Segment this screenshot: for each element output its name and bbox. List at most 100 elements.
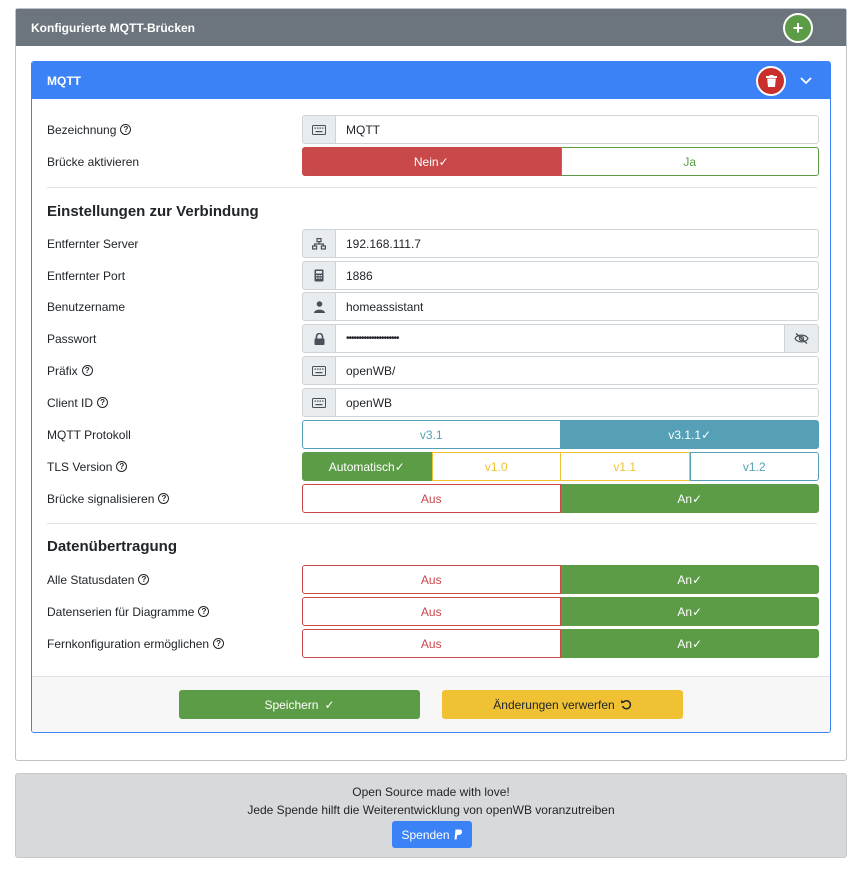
check-icon: ✓ bbox=[692, 636, 703, 651]
lock-icon bbox=[302, 324, 336, 353]
aktivieren-label: Brücke aktivieren bbox=[47, 154, 140, 169]
transfer-heading: Datenübertragung bbox=[47, 538, 178, 555]
help-icon[interactable]: ? bbox=[138, 574, 150, 585]
check-icon: ✓ bbox=[394, 459, 405, 474]
delete-bridge-button[interactable] bbox=[756, 65, 786, 96]
client-id-input[interactable]: openWB bbox=[336, 388, 819, 417]
bridges-card: Konfigurierte MQTT-Brücken + MQTT Bezeic… bbox=[15, 8, 847, 761]
option-an[interactable]: An ✓ bbox=[560, 597, 819, 626]
toggle-password-visibility-button[interactable] bbox=[785, 324, 819, 353]
help-icon[interactable]: ? bbox=[120, 124, 132, 135]
option-aus[interactable]: Aus bbox=[302, 597, 561, 626]
row-status: Alle Statusdaten ? Aus An ✓ bbox=[47, 565, 819, 594]
check-icon: ✓ bbox=[692, 604, 703, 619]
protocol-label: MQTT Protokoll bbox=[47, 427, 131, 442]
bridges-card-title: Konfigurierte MQTT-Brücken bbox=[31, 20, 196, 35]
option-aus[interactable]: Aus bbox=[302, 565, 561, 594]
row-remote: Fernkonfiguration ermöglichen ? Aus An ✓ bbox=[47, 629, 819, 658]
bridges-card-header: Konfigurierte MQTT-Brücken + bbox=[16, 9, 846, 46]
divider bbox=[47, 187, 817, 188]
check-icon: ✓ bbox=[701, 427, 712, 442]
password-label: Passwort bbox=[47, 331, 97, 346]
user-input[interactable]: homeassistant bbox=[336, 292, 819, 321]
user-label: Benutzername bbox=[47, 299, 126, 314]
help-icon[interactable]: ? bbox=[158, 493, 170, 504]
eye-slash-icon bbox=[794, 333, 809, 344]
row-password: Passwort ••••••••••••••••••••• bbox=[47, 324, 819, 353]
row-bezeichnung: Bezeichnung ? MQTT bbox=[47, 115, 819, 144]
tls-toggle: Automatisch ✓ v1.0 v1.1 v1.2 bbox=[302, 452, 819, 481]
card-footer: Speichern ✓ Änderungen verwerfen bbox=[32, 676, 830, 732]
option-ja[interactable]: Ja bbox=[560, 147, 819, 176]
collapse-button[interactable] bbox=[796, 71, 816, 91]
add-bridge-button[interactable]: + bbox=[783, 12, 813, 43]
series-label: Datenserien für Diagramme bbox=[47, 604, 195, 619]
keyboard-icon bbox=[302, 388, 336, 417]
option-v1-1[interactable]: v1.1 bbox=[561, 452, 690, 481]
remote-toggle: Aus An ✓ bbox=[302, 629, 819, 658]
protocol-toggle: v3.1 v3.1.1 ✓ bbox=[302, 420, 819, 449]
help-icon[interactable]: ? bbox=[116, 461, 128, 472]
help-icon[interactable]: ? bbox=[213, 638, 225, 649]
keyboard-icon bbox=[302, 356, 336, 385]
option-nein[interactable]: Nein ✓ bbox=[302, 147, 561, 176]
bezeichnung-label: Bezeichnung bbox=[47, 122, 117, 137]
option-aus[interactable]: Aus bbox=[302, 484, 561, 513]
option-an[interactable]: An ✓ bbox=[560, 484, 819, 513]
option-an[interactable]: An ✓ bbox=[560, 629, 819, 658]
status-toggle: Aus An ✓ bbox=[302, 565, 819, 594]
password-input[interactable]: ••••••••••••••••••••• bbox=[336, 324, 785, 353]
option-aus[interactable]: Aus bbox=[302, 629, 561, 658]
option-v3-1-1[interactable]: v3.1.1 ✓ bbox=[560, 420, 819, 449]
bridge-card-mqtt: MQTT Bezeichnung ? MQTT Brücke aktiviere… bbox=[31, 61, 831, 733]
divider bbox=[47, 523, 817, 524]
save-button[interactable]: Speichern ✓ bbox=[179, 690, 420, 719]
check-icon: ✓ bbox=[438, 154, 449, 169]
bridge-card-header[interactable]: MQTT bbox=[32, 62, 830, 99]
signal-toggle: Aus An ✓ bbox=[302, 484, 819, 513]
row-server: Entfernter Server 192.168.111.7 bbox=[47, 229, 819, 258]
row-aktivieren: Brücke aktivieren Nein ✓ Ja bbox=[47, 147, 819, 176]
option-v1-2[interactable]: v1.2 bbox=[689, 452, 819, 481]
prefix-label: Präfix bbox=[47, 363, 78, 378]
row-client-id: Client ID ? openWB bbox=[47, 388, 819, 417]
help-icon[interactable]: ? bbox=[97, 397, 109, 408]
option-v3-1[interactable]: v3.1 bbox=[302, 420, 561, 449]
option-v1-0[interactable]: v1.0 bbox=[431, 452, 561, 481]
discard-button[interactable]: Änderungen verwerfen bbox=[442, 690, 683, 719]
prefix-input[interactable]: openWB/ bbox=[336, 356, 819, 385]
donate-button[interactable]: Spenden bbox=[392, 821, 472, 848]
row-port: Entfernter Port 1886 bbox=[47, 261, 819, 290]
check-icon: ✓ bbox=[692, 572, 703, 587]
aktivieren-toggle: Nein ✓ Ja bbox=[302, 147, 819, 176]
check-icon: ✓ bbox=[692, 491, 703, 506]
option-an[interactable]: An ✓ bbox=[560, 565, 819, 594]
option-automatisch[interactable]: Automatisch ✓ bbox=[302, 452, 432, 481]
undo-icon bbox=[620, 699, 631, 710]
client-id-label: Client ID bbox=[47, 395, 94, 410]
server-input[interactable]: 192.168.111.7 bbox=[336, 229, 819, 258]
donation-card: Open Source made with love! Jede Spende … bbox=[15, 773, 847, 858]
trash-icon bbox=[765, 74, 777, 87]
port-input[interactable]: 1886 bbox=[336, 261, 819, 290]
row-protocol: MQTT Protokoll v3.1 v3.1.1 ✓ bbox=[47, 420, 819, 449]
row-prefix: Präfix ? openWB/ bbox=[47, 356, 819, 385]
calculator-icon bbox=[302, 261, 336, 290]
bridge-card-title: MQTT bbox=[47, 73, 81, 88]
donation-line-2: Jede Spende hilft die Weiterentwicklung … bbox=[247, 803, 615, 817]
remote-label: Fernkonfiguration ermöglichen bbox=[47, 636, 210, 651]
user-icon bbox=[302, 292, 336, 321]
port-label: Entfernter Port bbox=[47, 268, 126, 283]
bezeichnung-input[interactable]: MQTT bbox=[336, 115, 819, 144]
server-label: Entfernter Server bbox=[47, 236, 139, 251]
status-label: Alle Statusdaten bbox=[47, 572, 135, 587]
help-icon[interactable]: ? bbox=[81, 365, 93, 376]
donation-line-1: Open Source made with love! bbox=[352, 785, 510, 799]
plus-icon: + bbox=[792, 17, 804, 38]
row-signal: Brücke signalisieren ? Aus An ✓ bbox=[47, 484, 819, 513]
connection-heading: Einstellungen zur Verbindung bbox=[47, 203, 259, 220]
help-icon[interactable]: ? bbox=[198, 606, 210, 617]
chevron-down-icon bbox=[800, 76, 812, 84]
series-toggle: Aus An ✓ bbox=[302, 597, 819, 626]
signal-label: Brücke signalisieren bbox=[47, 491, 155, 506]
